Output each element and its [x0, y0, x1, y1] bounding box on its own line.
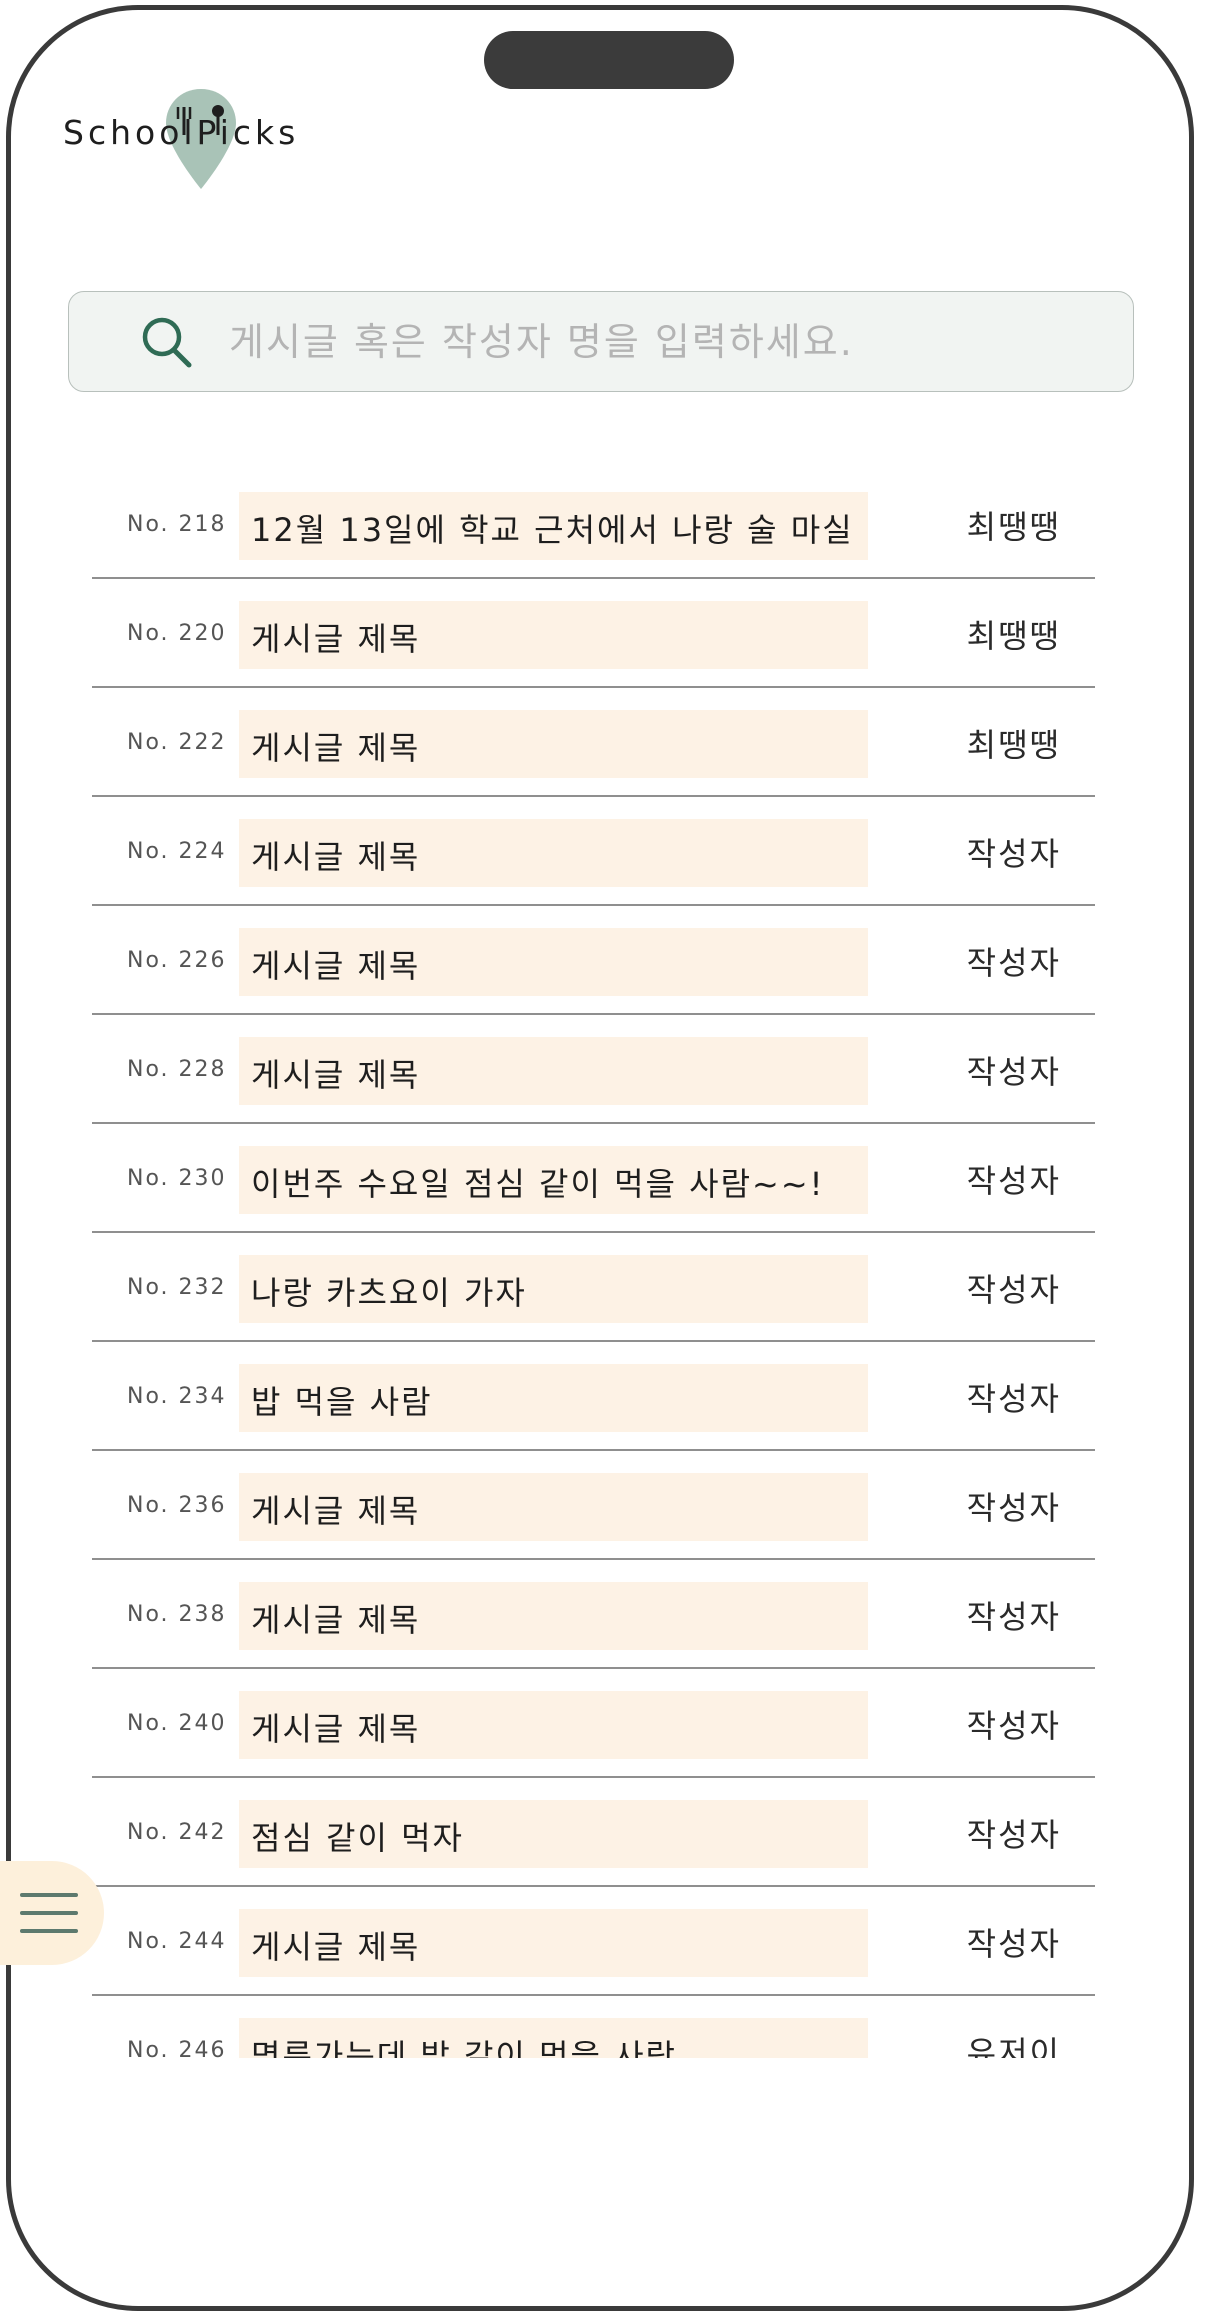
post-author: 작성자 — [966, 1598, 1061, 1636]
post-number: No. 242 — [127, 1820, 227, 1845]
search-bar[interactable] — [68, 291, 1134, 392]
post-title-box[interactable]: 이번주 수요일 점심 같이 먹을 사람~~! — [239, 1146, 868, 1214]
post-title-box[interactable]: 게시글 제목 — [239, 601, 868, 669]
menu-button[interactable] — [0, 1861, 104, 1965]
post-title-box[interactable]: 게시글 제목 — [239, 1691, 868, 1759]
app-logo[interactable]: SchoolPicks — [63, 85, 295, 205]
post-author: 작성자 — [966, 1380, 1061, 1418]
post-author: 작성자 — [966, 1816, 1061, 1854]
list-item[interactable]: No. 234 밥 먹을 사람 작성자 — [92, 1342, 1095, 1451]
post-title-box[interactable]: 12월 13일에 학교 근처에서 나랑 술 마실 — [239, 492, 868, 560]
post-author: 작성자 — [966, 835, 1061, 873]
post-title: 밥 먹을 사람 — [251, 1383, 433, 1421]
post-title-box[interactable]: 게시글 제목 — [239, 1909, 868, 1977]
post-title: 게시글 제목 — [251, 838, 421, 876]
post-author: 작성자 — [966, 1489, 1061, 1527]
post-title-box[interactable]: 게시글 제목 — [239, 710, 868, 778]
list-item[interactable]: No. 218 12월 13일에 학교 근처에서 나랑 술 마실 최땡땡 — [92, 470, 1095, 579]
post-author: 작성자 — [966, 1053, 1061, 1091]
post-title-box[interactable]: 나랑 카츠요이 가자 — [239, 1255, 868, 1323]
post-list: No. 218 12월 13일에 학교 근처에서 나랑 술 마실 최땡땡 No.… — [0, 470, 1205, 2058]
post-title: 12월 13일에 학교 근처에서 나랑 술 마실 — [251, 511, 854, 549]
post-author: 작성자 — [966, 944, 1061, 982]
post-author: 최땡땡 — [966, 617, 1061, 655]
post-title-box[interactable]: 게시글 제목 — [239, 928, 868, 996]
list-item[interactable]: No. 238 게시글 제목 작성자 — [92, 1560, 1095, 1669]
post-title: 게시글 제목 — [251, 1492, 421, 1530]
post-title: 게시글 제목 — [251, 1928, 421, 1966]
post-number: No. 234 — [127, 1384, 227, 1409]
post-author: 작성자 — [966, 1271, 1061, 1309]
list-item[interactable]: No. 226 게시글 제목 작성자 — [92, 906, 1095, 1015]
post-number: No. 236 — [127, 1493, 227, 1518]
post-title-box[interactable]: 게시글 제목 — [239, 1037, 868, 1105]
post-author: 작성자 — [966, 1707, 1061, 1745]
post-number: No. 226 — [127, 948, 227, 973]
post-title-box[interactable]: 게시글 제목 — [239, 1582, 868, 1650]
post-title: 이번주 수요일 점심 같이 먹을 사람~~! — [251, 1165, 825, 1203]
post-number: No. 230 — [127, 1166, 227, 1191]
list-item[interactable]: No. 222 게시글 제목 최땡땡 — [92, 688, 1095, 797]
post-title-box[interactable]: 점심 같이 먹자 — [239, 1800, 868, 1868]
list-item[interactable]: No. 240 게시글 제목 작성자 — [92, 1669, 1095, 1778]
search-icon[interactable] — [139, 314, 195, 370]
post-title: 게시글 제목 — [251, 1056, 421, 1094]
post-title: 점심 같이 먹자 — [251, 1819, 464, 1857]
post-number: No. 246 — [127, 2038, 227, 2058]
hamburger-menu-icon — [20, 1893, 78, 1933]
list-item[interactable]: No. 220 게시글 제목 최땡땡 — [92, 579, 1095, 688]
post-number: No. 238 — [127, 1602, 227, 1627]
post-number: No. 232 — [127, 1275, 227, 1300]
post-number: No. 228 — [127, 1057, 227, 1082]
post-title: 게시글 제목 — [251, 1710, 421, 1748]
logo-text: SchoolPicks — [63, 113, 300, 152]
list-item[interactable]: No. 232 나랑 카츠요이 가자 작성자 — [92, 1233, 1095, 1342]
post-title-box[interactable]: 밥 먹을 사람 — [239, 1364, 868, 1432]
post-title-box[interactable]: 게시글 제목 — [239, 819, 868, 887]
list-item[interactable]: No. 242 점심 같이 먹자 작성자 — [92, 1778, 1095, 1887]
post-title: 명륜가는데 밥 같이 먹을 사람 — [251, 2037, 677, 2058]
post-author: 최땡땡 — [966, 726, 1061, 764]
post-number: No. 224 — [127, 839, 227, 864]
list-item[interactable]: No. 236 게시글 제목 작성자 — [92, 1451, 1095, 1560]
post-title-box[interactable]: 게시글 제목 — [239, 1473, 868, 1541]
list-item[interactable]: No. 228 게시글 제목 작성자 — [92, 1015, 1095, 1124]
list-item[interactable]: No. 224 게시글 제목 작성자 — [92, 797, 1095, 906]
post-number: No. 218 — [127, 512, 227, 537]
list-item[interactable]: No. 244 게시글 제목 작성자 — [92, 1887, 1095, 1996]
post-author: 작성자 — [966, 1925, 1061, 1963]
list-item[interactable]: No. 246 명륜가는데 밥 같이 먹을 사람 유저이 — [92, 1996, 1095, 2058]
post-title: 나랑 카츠요이 가자 — [251, 1274, 527, 1312]
post-title: 게시글 제목 — [251, 729, 421, 767]
list-item[interactable]: No. 230 이번주 수요일 점심 같이 먹을 사람~~! 작성자 — [92, 1124, 1095, 1233]
post-number: No. 244 — [127, 1929, 227, 1954]
post-number: No. 220 — [127, 621, 227, 646]
post-author: 최땡땡 — [966, 508, 1061, 546]
post-author: 작성자 — [966, 1162, 1061, 1200]
post-title: 게시글 제목 — [251, 620, 421, 658]
post-number: No. 240 — [127, 1711, 227, 1736]
post-title: 게시글 제목 — [251, 947, 421, 985]
post-title: 게시글 제목 — [251, 1601, 421, 1639]
post-number: No. 222 — [127, 730, 227, 755]
post-author: 유저이 — [966, 2034, 1061, 2058]
notch — [484, 31, 734, 89]
search-input[interactable] — [227, 318, 1133, 365]
post-title-box[interactable]: 명륜가는데 밥 같이 먹을 사람 — [239, 2018, 868, 2058]
